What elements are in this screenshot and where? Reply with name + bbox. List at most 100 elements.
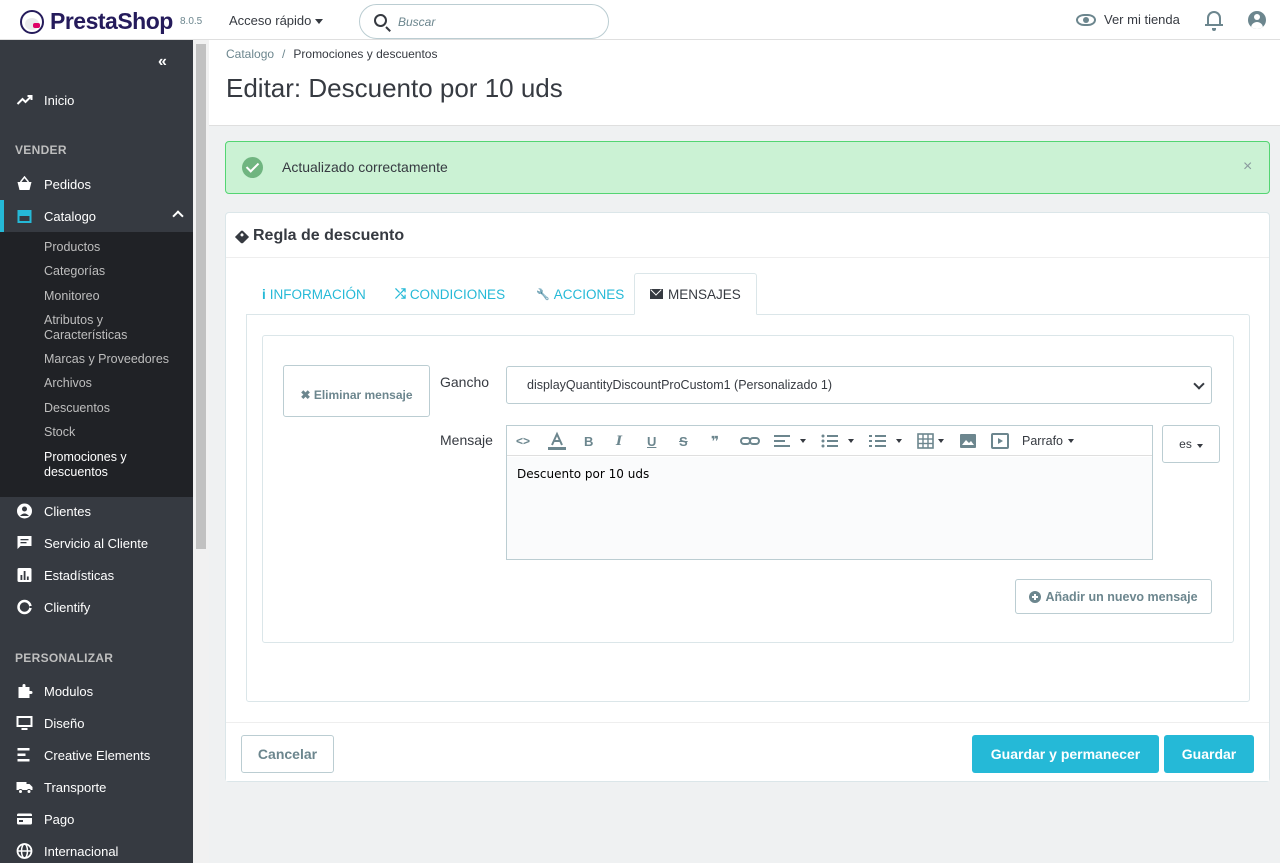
bold-button[interactable]: B: [584, 431, 593, 451]
quick-access-label: Acceso rápido: [229, 13, 312, 28]
tab-label: MENSAJES: [668, 286, 741, 302]
image-icon[interactable]: [958, 431, 978, 451]
search-box[interactable]: [359, 4, 609, 39]
language-dropdown[interactable]: es: [1162, 425, 1220, 463]
page-title: Editar: Descuento por 10 uds: [226, 73, 563, 103]
sidebar-item-design[interactable]: Diseño: [0, 707, 193, 739]
breadcrumb-catalog[interactable]: Catalogo: [226, 47, 274, 61]
add-new-message-button[interactable]: Añadir un nuevo mensaje: [1015, 579, 1212, 614]
table-icon[interactable]: [916, 431, 936, 451]
submenu-item-attributes[interactable]: Atributos y Características: [44, 313, 184, 343]
message-label: Mensaje: [440, 432, 493, 448]
sidebar-item-label: Internacional: [44, 843, 119, 859]
tab-label: CONDICIONES: [409, 286, 506, 302]
sidebar-item-clientify[interactable]: Clientify: [0, 591, 193, 623]
italic-button[interactable]: I: [616, 431, 622, 451]
blockquote-button[interactable]: ❞: [711, 431, 719, 451]
submenu-item-discounts[interactable]: Descuentos: [44, 401, 184, 416]
add-message-label: Añadir un nuevo mensaje: [1045, 589, 1198, 604]
sidebar-item-label: Creative Elements: [44, 747, 151, 763]
sidebar-scrollbar[interactable]: [193, 40, 209, 863]
sidebar-item-modules[interactable]: Modulos: [0, 675, 193, 707]
link-icon[interactable]: [740, 431, 760, 451]
sidebar-item-international[interactable]: Internacional: [0, 835, 193, 863]
chat-icon: [17, 536, 32, 549]
active-indicator: [0, 200, 4, 232]
underline-button[interactable]: U: [647, 431, 656, 451]
tab-information[interactable]: i INFORMACIÓN: [262, 273, 366, 315]
message-editor-area[interactable]: Descuento por 10 uds: [507, 457, 1152, 559]
submenu-item-categories[interactable]: Categorías: [44, 264, 184, 279]
message-block: ✖ Eliminar mensaje Gancho displayQuantit…: [262, 335, 1234, 643]
close-icon[interactable]: ×: [1243, 158, 1252, 176]
info-icon: i: [262, 286, 266, 302]
caret-down-icon[interactable]: [938, 439, 944, 443]
success-alert: Actualizado correctamente ×: [225, 141, 1270, 194]
cancel-button[interactable]: Cancelar: [241, 735, 334, 773]
tab-conditions[interactable]: ⤮ CONDICIONES: [395, 273, 505, 315]
sidebar-item-label: Inicio: [44, 92, 75, 108]
submenu-item-promotions[interactable]: Promociones y descuentos: [44, 450, 144, 480]
strikethrough-button[interactable]: S: [679, 431, 688, 451]
sidebar-item-shipping[interactable]: Transporte: [0, 771, 193, 803]
breadcrumb-separator: /: [282, 47, 286, 61]
sidebar-item-payment[interactable]: Pago: [0, 803, 193, 835]
tab-messages[interactable]: MENSAJES: [634, 273, 757, 315]
submenu-item-files[interactable]: Archivos: [44, 376, 184, 391]
creative-elements-icon: [17, 748, 30, 762]
hook-select[interactable]: displayQuantityDiscountProCustom1 (Perso…: [506, 366, 1212, 404]
paragraph-format-select[interactable]: Parrafo: [1022, 431, 1074, 451]
account-user-icon[interactable]: [1248, 11, 1266, 29]
quick-access-dropdown[interactable]: Acceso rápido: [229, 13, 324, 28]
sidebar-item-customers[interactable]: Clientes: [0, 495, 193, 527]
collapse-sidebar-icon[interactable]: «: [158, 53, 167, 71]
sidebar-item-orders[interactable]: Pedidos: [0, 168, 193, 200]
sidebar-item-label: Pago: [44, 811, 75, 827]
source-code-button[interactable]: <>: [516, 431, 530, 451]
puzzle-icon: [18, 684, 33, 698]
search-input[interactable]: [398, 11, 598, 33]
save-button[interactable]: Guardar: [1164, 735, 1254, 773]
view-shop-link[interactable]: Ver mi tienda: [1076, 12, 1180, 27]
section-customize-heading: PERSONALIZAR: [15, 651, 114, 665]
scrollbar-thumb[interactable]: [196, 44, 206, 549]
top-header: PrestaShop 8.0.5 Acceso rápido Ver mi ti…: [0, 0, 1280, 40]
caret-down-icon[interactable]: [896, 439, 902, 443]
envelope-icon: [650, 289, 663, 299]
notifications-bell-icon[interactable]: [1205, 11, 1223, 31]
submenu-item-brands[interactable]: Marcas y Proveedores: [44, 352, 184, 367]
language-label: es: [1179, 437, 1192, 451]
sidebar-item-stats[interactable]: Estadísticas: [0, 559, 193, 591]
editor-toolbar: <> B I U S ❞ Parrafo: [507, 426, 1152, 456]
sidebar-item-home[interactable]: Inicio: [0, 84, 193, 116]
caret-down-icon[interactable]: [848, 439, 854, 443]
sidebar-item-customer-service[interactable]: Servicio al Cliente: [0, 527, 193, 559]
sidebar-item-catalog[interactable]: Catalogo: [0, 200, 193, 232]
submenu-item-products[interactable]: Productos: [44, 240, 184, 255]
paragraph-format-label: Parrafo: [1022, 434, 1063, 448]
sidebar-item-creative-elements[interactable]: Creative Elements: [0, 739, 193, 771]
sidebar-item-label: Servicio al Cliente: [44, 535, 149, 551]
rich-text-editor: <> B I U S ❞ Parrafo Descuento por 10 ud…: [506, 425, 1153, 560]
save-and-stay-button[interactable]: Guardar y permanecer: [972, 735, 1159, 773]
align-left-icon[interactable]: [773, 431, 793, 451]
numbered-list-icon[interactable]: [868, 431, 888, 451]
video-icon[interactable]: [990, 431, 1010, 451]
trending-up-icon: [16, 95, 33, 105]
credit-card-icon: [17, 813, 32, 825]
sidebar-item-label: Estadísticas: [44, 567, 115, 583]
delete-message-button[interactable]: ✖ Eliminar mensaje: [283, 365, 430, 417]
view-shop-label: Ver mi tienda: [1104, 12, 1180, 27]
alert-message: Actualizado correctamente: [282, 159, 448, 175]
sidebar-item-label: Pedidos: [44, 176, 91, 192]
submenu-item-monitoring[interactable]: Monitoreo: [44, 289, 184, 304]
prestashop-logo[interactable]: PrestaShop: [20, 8, 173, 35]
breadcrumb-current[interactable]: Promociones y descuentos: [293, 47, 437, 61]
bullet-list-icon[interactable]: [820, 431, 840, 451]
text-color-icon[interactable]: [547, 431, 567, 451]
caret-down-icon[interactable]: [800, 439, 806, 443]
breadcrumb: Catalogo / Promociones y descuentos: [226, 47, 437, 61]
submenu-item-stock[interactable]: Stock: [44, 425, 184, 440]
search-icon: [374, 14, 387, 27]
tab-actions[interactable]: 🔧 ACCIONES: [536, 273, 624, 315]
